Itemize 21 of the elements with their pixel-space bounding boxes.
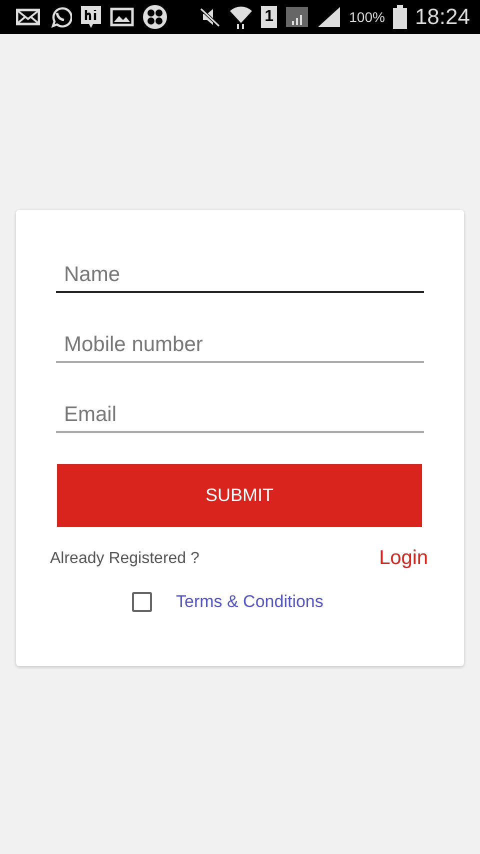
login-link[interactable]: Login [379,547,428,570]
clock-time: 18:24 [414,4,470,30]
input-field[interactable]: Mobile number [56,328,424,363]
checkbox[interactable] [132,592,152,612]
sim-card-icon: 1 [261,6,278,28]
mail-icon [16,8,40,26]
battery-icon [392,5,407,29]
signal-icon [317,6,342,28]
chat-bubble-icon [48,5,72,29]
clover-icon [142,4,168,30]
input-field[interactable]: Name [56,258,424,293]
image-icon [110,7,134,27]
chat-app-icon [80,5,102,29]
terms-link[interactable]: Terms & Conditions [176,592,324,612]
already-registered-text: Already Registered ? [50,550,200,568]
battery-level: 100% [349,9,385,25]
signal-icon [285,6,310,28]
mute-icon [199,6,222,28]
wifi-icon [229,4,254,30]
input-field[interactable]: Email [56,398,424,433]
submit-button[interactable]: SUBMIT [57,464,422,527]
